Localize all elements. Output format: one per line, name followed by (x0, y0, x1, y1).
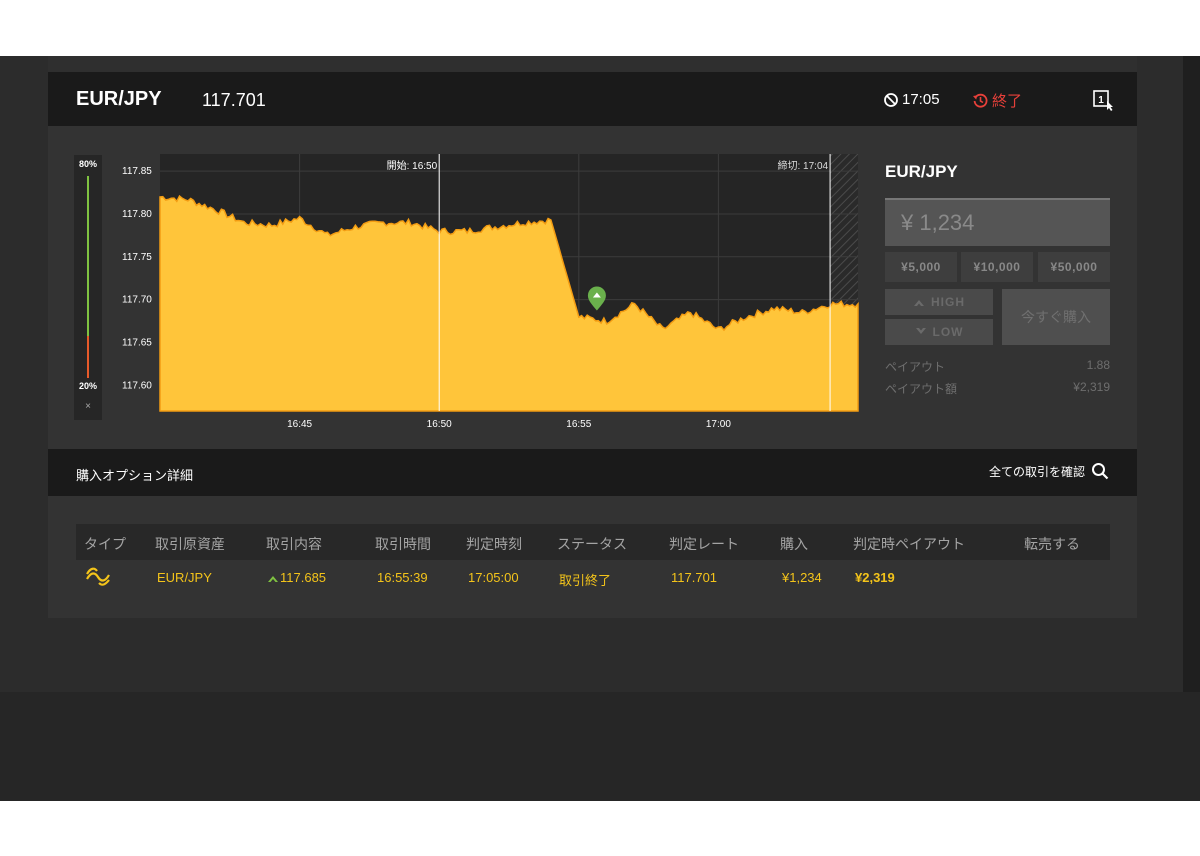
col-asset: 取引原資産 (155, 536, 225, 552)
asset-header: EUR/JPY 117.701 17:05 終了 1 (48, 72, 1137, 126)
y-tick-label: 117.85 (122, 166, 152, 177)
deadline-time-label: 締切: 17:04 (777, 159, 828, 172)
col-trade-time: 取引時間 (375, 536, 431, 552)
x-tick-label: 16:50 (427, 419, 452, 430)
option-details-bar: 購入オプション詳細 全ての取引を確認 (48, 449, 1137, 496)
quick-amount-50000-button[interactable]: ¥50,000 (1038, 252, 1110, 282)
y-tick-label: 117.70 (122, 295, 152, 306)
closed-status-text: 終了 (992, 93, 1023, 110)
svg-text:1: 1 (1098, 95, 1104, 106)
trade-panel: EUR/JPY ¥5,000 ¥10,000 ¥50,000 HIGH LOW … (885, 156, 1110, 416)
col-content: 取引内容 (266, 536, 322, 552)
payout-amount-value: ¥2,319 (1073, 380, 1110, 394)
search-icon (1092, 463, 1109, 480)
sentiment-meter: 80% 20% × (74, 155, 102, 420)
scroll-strip (1183, 56, 1200, 692)
background-band-lower (0, 692, 1200, 801)
cell-content: 117.685 (268, 570, 326, 585)
buy-now-button[interactable]: 今すぐ購入 (1002, 289, 1110, 345)
pair-title: EUR/JPY (76, 88, 162, 110)
sentiment-high-bar (87, 176, 89, 336)
payout-label: ペイアウト (885, 360, 946, 374)
arrow-up-icon (268, 576, 278, 582)
cell-content-value: 117.685 (280, 570, 327, 585)
high-button-label: HIGH (931, 295, 965, 309)
history-icon (973, 93, 988, 108)
y-tick-label: 117.80 (122, 209, 152, 220)
quick-amount-5000-button[interactable]: ¥5,000 (885, 252, 957, 282)
table-header: タイプ 取引原資産 取引内容 取引時間 判定時刻 ステータス 判定レート 購入 … (76, 524, 1110, 560)
high-button[interactable]: HIGH (885, 289, 993, 315)
chart-area: 80% 20% × 117.85 117.80 117.75 117.70 117.65… (48, 126, 1137, 449)
trades-table: タイプ 取引原資産 取引内容 取引時間 判定時刻 ステータス 判定レート 購入 … (76, 524, 1110, 596)
col-judge-time: 判定時刻 (466, 536, 522, 552)
cell-judge-time: 17:05:00 (468, 570, 519, 585)
table-row[interactable]: EUR/JPY 117.685 16:55:39 17:05:00 取引終了 1… (76, 560, 1110, 596)
arrow-up-icon (914, 300, 924, 306)
option-details-title: 購入オプション詳細 (76, 468, 194, 483)
quick-amount-10000-button[interactable]: ¥10,000 (961, 252, 1033, 282)
sentiment-high-percent: 80% (78, 159, 97, 169)
y-tick-label: 117.60 (122, 380, 152, 391)
current-rate: 117.701 (202, 90, 266, 110)
panel-top-gap (48, 56, 1137, 72)
y-tick-label: 117.65 (122, 337, 152, 348)
sentiment-low-percent: 20% (78, 381, 97, 391)
cell-status: 取引終了 (559, 573, 612, 588)
expiry-time: 17:05 (883, 91, 940, 108)
x-tick-label: 16:45 (287, 419, 312, 430)
payout-amount-label: ペイアウト額 (885, 382, 958, 396)
col-type: タイプ (84, 536, 126, 552)
sentiment-close-icon[interactable]: × (74, 401, 102, 412)
col-status: ステータス (557, 536, 627, 552)
low-button[interactable]: LOW (885, 319, 993, 345)
col-resell: 転売する (1024, 536, 1080, 552)
x-tick-label: 16:55 (566, 419, 591, 430)
sentiment-low-bar (87, 336, 89, 378)
arrow-down-icon (915, 328, 926, 334)
no-entry-icon (884, 92, 898, 107)
col-payout: 判定時ペイアウト (853, 536, 965, 552)
col-judge-rate: 判定レート (669, 536, 739, 552)
cell-purchase: ¥1,234 (782, 570, 822, 585)
single-chart-icon[interactable]: 1 (1092, 89, 1114, 111)
amount-input[interactable] (885, 198, 1110, 246)
price-chart: 117.85 117.80 117.75 117.70 117.65 117.60 16:… (122, 154, 859, 430)
cell-trade-time: 16:55:39 (377, 570, 428, 585)
cell-judge-rate: 117.701 (671, 570, 718, 585)
y-tick-label: 117.75 (122, 252, 152, 263)
trade-type-icon (86, 567, 110, 586)
expiry-time-text: 17:05 (902, 91, 940, 108)
payout-value: 1.88 (1086, 358, 1110, 372)
all-trades-label: 全ての取引を確認 (988, 464, 1085, 479)
trade-panel-title: EUR/JPY (885, 162, 958, 181)
col-purchase: 購入 (780, 536, 808, 552)
cell-asset: EUR/JPY (157, 570, 212, 585)
all-trades-link[interactable]: 全ての取引を確認 (989, 462, 1109, 480)
low-button-label: LOW (932, 325, 964, 339)
closed-status: 終了 (972, 90, 1022, 111)
x-tick-label: 17:00 (706, 419, 731, 430)
trading-panel: EUR/JPY 117.701 17:05 終了 1 80% 20% × 117… (48, 56, 1137, 618)
cell-payout: ¥2,319 (855, 570, 895, 585)
start-time-label: 開始: 16:50 (387, 159, 438, 172)
